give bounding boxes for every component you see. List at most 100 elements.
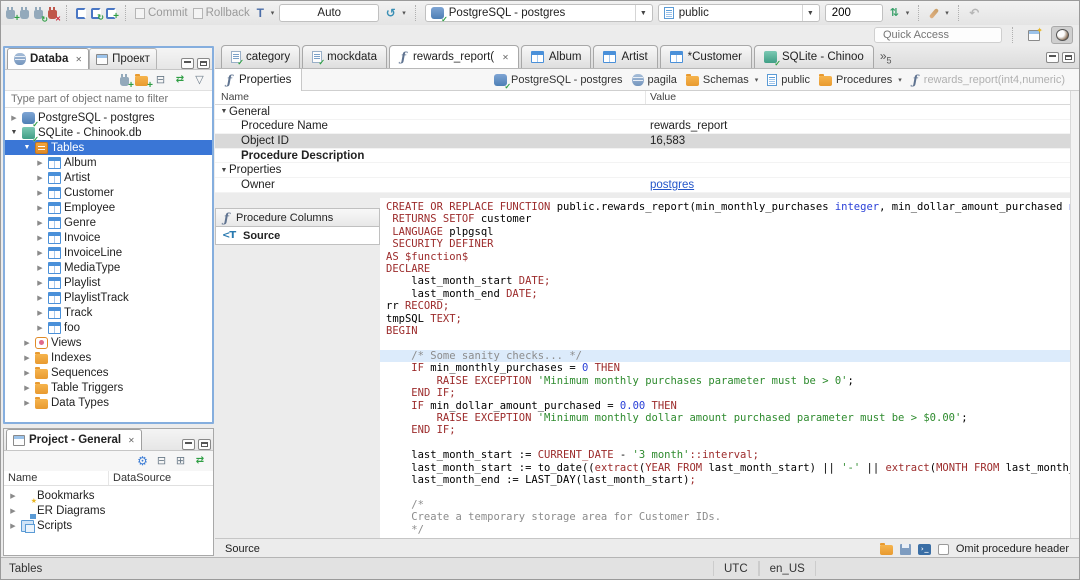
tree-item[interactable]: ▶ Album <box>5 155 212 170</box>
code-line[interactable]: last_month_start := to_date((extract(YEA… <box>386 462 1070 474</box>
expand-arrow-icon[interactable]: ▶ <box>35 204 45 212</box>
editor-tab-rewardsreport[interactable]: ƒ rewards_report(✕ <box>388 45 519 68</box>
tree-item[interactable]: ▶ Playlist <box>5 275 212 290</box>
tab-database-navigator[interactable]: Databa ✕ <box>7 48 90 69</box>
fetch-size-input[interactable] <box>824 4 883 22</box>
commit-button[interactable]: Commit <box>135 7 188 19</box>
tree-item[interactable]: ▶ PostgreSQL - postgres <box>5 110 212 129</box>
code-line[interactable]: last_month_end := LAST_DAY(last_month_st… <box>386 474 1070 486</box>
code-line[interactable]: last_month_start := CURRENT_DATE - '3 mo… <box>386 449 1070 461</box>
reconnect-icon[interactable] <box>34 7 48 24</box>
tree-item[interactable]: ▶ Data Types <box>5 395 212 410</box>
collapse-arrow-icon[interactable]: ▼ <box>22 144 32 151</box>
code-line[interactable]: END IF; <box>386 387 1070 399</box>
tree-item[interactable]: ▶ Track <box>5 305 212 320</box>
tree-item[interactable]: ▶ Views <box>5 335 212 350</box>
tree-item[interactable]: ▶ Employee <box>5 200 212 215</box>
editor-page-source[interactable]: <T Source <box>215 226 380 245</box>
tree-item[interactable]: ▶ Genre <box>5 215 212 230</box>
property-value-cell[interactable]: 16,583 <box>646 135 1070 147</box>
close-icon[interactable]: ✕ <box>502 53 509 62</box>
breadcrumb-item[interactable]: Procedures ▾ <box>819 73 902 86</box>
code-line[interactable]: tmpSQL TEXT; <box>386 313 1070 325</box>
connect-icon[interactable] <box>20 7 29 19</box>
column-datasource[interactable]: DataSource <box>109 471 175 485</box>
collapse-all-icon[interactable]: ⊟ <box>155 455 168 467</box>
breadcrumb-item[interactable]: public <box>767 73 810 86</box>
minimize-icon[interactable] <box>182 439 195 450</box>
collapse-arrow-icon[interactable]: ▼ <box>9 129 19 136</box>
connection-select[interactable]: PostgreSQL - postgres ▼ <box>424 4 653 24</box>
transaction-mode-button[interactable]: T ▾ <box>255 7 275 19</box>
view-menu-icon[interactable]: ▽ <box>193 74 206 86</box>
expand-arrow-icon[interactable]: ▶ <box>22 354 32 362</box>
property-value-cell[interactable]: rewards_report <box>646 120 1070 132</box>
property-value-cell[interactable]: postgres <box>646 179 1070 191</box>
close-icon[interactable]: ✕ <box>128 436 135 445</box>
expand-arrow-icon[interactable]: ▶ <box>35 159 45 167</box>
open-console-icon[interactable]: ›_ <box>917 544 931 555</box>
expand-arrow-icon[interactable]: ▶ <box>9 114 19 122</box>
code-line[interactable] <box>386 437 1070 449</box>
editor-tab-Album[interactable]: Album <box>520 45 592 68</box>
breadcrumb-item[interactable]: Schemas ▾ <box>685 73 759 86</box>
expand-arrow-icon[interactable]: ▶ <box>35 174 45 182</box>
maximize-icon[interactable] <box>198 439 211 450</box>
code-line[interactable]: /* Some sanity checks... */ <box>380 349 1070 363</box>
code-line[interactable]: /* <box>386 499 1070 511</box>
property-value-link[interactable]: postgres <box>650 179 694 191</box>
code-line[interactable]: BEGIN <box>386 325 1070 337</box>
new-connection-icon[interactable] <box>120 74 134 91</box>
code-line[interactable]: IF min_dollar_amount_purchased = 0.00 TH… <box>386 400 1070 412</box>
expand-arrow-icon[interactable]: ▶ <box>35 324 45 332</box>
disconnect-icon[interactable] <box>48 7 61 23</box>
expand-arrow-icon[interactable]: ▶ <box>35 294 45 302</box>
code-line[interactable] <box>386 337 1070 349</box>
tree-item[interactable]: ▶ Customer <box>5 185 212 200</box>
transaction-log-button[interactable]: ↺ ▾ <box>384 7 406 19</box>
code-line[interactable]: last_month_start DATE; <box>386 275 1070 287</box>
tree-item[interactable]: ▶ Sequences <box>5 365 212 380</box>
gear-icon[interactable]: ⚙ <box>136 455 149 467</box>
property-row[interactable]: Procedure Name rewards_report <box>215 120 1070 135</box>
code-line[interactable]: IF min_monthly_purchases = 0 THEN <box>386 362 1070 374</box>
tree-item[interactable]: ▶ Invoice <box>5 230 212 245</box>
vertical-scrollbar[interactable] <box>1070 91 1079 559</box>
locale-indicator[interactable]: en_US <box>758 561 816 576</box>
object-filter-input[interactable] <box>5 90 212 108</box>
link-with-editor-icon[interactable]: ⇄ <box>193 455 207 467</box>
code-line[interactable]: RAISE EXCEPTION 'Minimum monthly dollar … <box>386 412 1070 424</box>
tab-projects[interactable]: Проект <box>89 48 157 69</box>
tree-item[interactable]: ▶ Indexes <box>5 350 212 365</box>
dropdown-arrow-icon[interactable]: ▾ <box>755 76 759 84</box>
breadcrumb-item[interactable]: ƒ rewards_report(int4,numeric) <box>911 74 1065 86</box>
tree-item[interactable]: ▶ Artist <box>5 170 212 185</box>
column-name[interactable]: Name <box>4 471 109 485</box>
tree-item[interactable]: ▶ InvoiceLine <box>5 245 212 260</box>
tree-item[interactable]: ▶ foo <box>5 320 212 335</box>
tab-project-general[interactable]: Project - General ✕ <box>6 429 142 450</box>
collapse-all-icon[interactable]: ⊟ <box>154 74 167 86</box>
editor-tab-Artist[interactable]: Artist <box>593 45 658 68</box>
omit-header-checkbox[interactable] <box>937 543 949 555</box>
close-icon[interactable]: ✕ <box>75 55 82 64</box>
save-to-file-icon[interactable] <box>899 544 911 555</box>
column-value[interactable]: Value <box>646 91 1070 104</box>
new-sql-editor-icon[interactable] <box>106 8 119 22</box>
source-code-editor[interactable]: CREATE OR REPLACE FUNCTION public.reward… <box>380 198 1070 538</box>
expand-arrow-icon[interactable]: ▶ <box>22 339 32 347</box>
property-row[interactable]: Object ID 16,583 <box>215 134 1070 149</box>
expand-arrow-icon[interactable]: ▶ <box>22 369 32 377</box>
property-row[interactable]: Owner postgres <box>215 178 1070 193</box>
code-line[interactable]: last_month_end DATE; <box>386 288 1070 300</box>
property-row[interactable]: ▼ Properties <box>215 163 1070 178</box>
editor-tab-Customer[interactable]: *Customer <box>659 45 752 68</box>
sql-editor-icon[interactable] <box>76 8 86 19</box>
expand-arrow-icon[interactable]: ▶ <box>8 507 18 515</box>
tree-item[interactable]: ▶ Scripts <box>4 518 213 533</box>
new-folder-icon[interactable] <box>135 74 153 91</box>
tree-item[interactable]: ▶ MediaType <box>5 260 212 275</box>
commit-mode-select[interactable]: Auto <box>279 4 380 22</box>
minimize-icon[interactable] <box>181 58 194 69</box>
collapse-arrow-icon[interactable]: ▼ <box>219 167 229 174</box>
